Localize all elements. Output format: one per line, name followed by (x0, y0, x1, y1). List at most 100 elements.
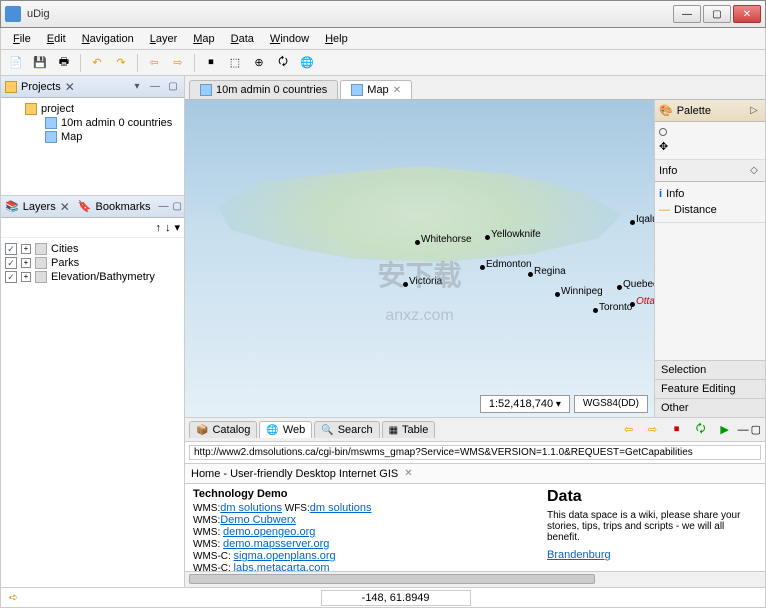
layers-max-icon[interactable]: ▢ (173, 200, 182, 214)
info-tool[interactable]: i Info (659, 186, 761, 202)
save-button[interactable]: 💾 (29, 53, 51, 73)
web-line: WMS-C: sigma.openplans.org (193, 550, 547, 562)
globe-button[interactable]: 🌐 (296, 53, 318, 73)
web-refresh-button[interactable]: 🗘 (690, 420, 712, 440)
minimize-button[interactable]: — (673, 5, 701, 23)
maximize-button[interactable]: ▢ (703, 5, 731, 23)
distance-tool[interactable]: — Distance (659, 202, 761, 218)
tab-search[interactable]: 🔍 Search (314, 421, 379, 438)
breadcrumb-close-icon[interactable]: ✕ (404, 468, 412, 479)
palette-tab-feature-editing[interactable]: Feature Editing (655, 379, 765, 398)
menu-navigation[interactable]: Navigation (74, 31, 142, 47)
layers-close-icon[interactable]: ✕ (60, 200, 70, 214)
main-toolbar: 📄 💾 🖶 ↶ ↷ ⇦ ⇨ ⏹ ⬚ ⊕ 🗘 🌐 (0, 50, 766, 76)
project-root[interactable]: project (5, 102, 180, 116)
tab-close-icon[interactable]: ✕ (393, 85, 401, 96)
web-go-button[interactable]: ▶ (714, 420, 736, 440)
tab-label: 10m admin 0 countries (216, 84, 327, 96)
palette-panel: 🎨 Palette ▷ ✥ Info ◇ i Info (655, 100, 765, 417)
layer-row[interactable]: ✓ + Parks (5, 256, 180, 270)
bottom-min-icon[interactable]: — (738, 424, 749, 436)
tab-table[interactable]: ▦ Table (382, 421, 436, 438)
horizontal-scrollbar[interactable] (185, 571, 765, 587)
expand-icon[interactable]: + (21, 258, 31, 268)
projects-close-icon[interactable]: ✕ (65, 80, 75, 94)
layer-row[interactable]: ✓ + Elevation/Bathymetry (5, 270, 180, 284)
projects-menu-icon[interactable]: ▾ (130, 80, 144, 94)
project-item[interactable]: Map (5, 130, 180, 144)
map-canvas[interactable]: WhitehorseYellowknifeIqaluitVictoriaEdmo… (185, 100, 655, 417)
layers-menu-icon[interactable]: — (159, 200, 169, 214)
web-stop-button[interactable]: ⏹ (666, 420, 688, 440)
editor-tab-active[interactable]: Map ✕ (340, 80, 412, 99)
print-button[interactable]: 🖶 (53, 53, 75, 73)
web-link[interactable]: sigma.openplans.org (234, 550, 336, 562)
search-icon[interactable] (659, 128, 667, 136)
menu-window[interactable]: Window (262, 31, 317, 47)
palette-tab-selection[interactable]: Selection (655, 360, 765, 379)
redo-button[interactable]: ↷ (110, 53, 132, 73)
bookmarks-title[interactable]: Bookmarks (96, 201, 151, 213)
tab-web[interactable]: 🌐 Web (259, 421, 312, 438)
web-line: WMS: demo.opengeo.org (193, 526, 547, 538)
layer-down-icon[interactable]: ↓ (165, 222, 171, 234)
web-link[interactable]: dm solutions (220, 502, 282, 514)
palette-tab-other[interactable]: Other (655, 398, 765, 417)
distance-icon: — (659, 204, 670, 216)
layer-up-icon[interactable]: ↑ (155, 222, 161, 234)
tool-button-1[interactable]: ⬚ (224, 53, 246, 73)
bottom-max-icon[interactable]: ▢ (751, 423, 761, 436)
menu-data[interactable]: Data (223, 31, 262, 47)
menu-edit[interactable]: Edit (39, 31, 74, 47)
map-crs[interactable]: WGS84(DD) (574, 395, 648, 413)
web-link[interactable]: demo.mapsserver.org (223, 538, 329, 550)
tool-button-2[interactable]: ⊕ (248, 53, 270, 73)
new-button[interactable]: 📄 (5, 53, 27, 73)
menu-help[interactable]: Help (317, 31, 356, 47)
url-input[interactable] (189, 445, 761, 460)
web-back-button[interactable]: ⇦ (618, 420, 640, 440)
close-button[interactable]: ✕ (733, 5, 761, 23)
menu-map[interactable]: Map (185, 31, 222, 47)
web-link[interactable]: dm solutions (310, 502, 372, 514)
status-arrow-icon[interactable]: ➪ (1, 591, 26, 604)
menu-file[interactable]: File (5, 31, 39, 47)
data-link[interactable]: Brandenburg (547, 549, 611, 561)
expand-icon[interactable]: + (21, 272, 31, 282)
web-forward-button[interactable]: ⇨ (642, 420, 664, 440)
scroll-thumb[interactable] (189, 574, 595, 584)
tab-catalog[interactable]: 📦 Catalog (189, 421, 257, 438)
project-item[interactable]: 10m admin 0 countries (5, 116, 180, 130)
minimize-panel-icon[interactable]: — (148, 80, 162, 94)
web-link[interactable]: demo.opengeo.org (223, 526, 315, 538)
menu-layer[interactable]: Layer (142, 31, 186, 47)
expand-icon[interactable]: + (21, 244, 31, 254)
nav-back-button[interactable]: ⇦ (143, 53, 165, 73)
layer-checkbox[interactable]: ✓ (5, 257, 17, 269)
layer-menu-icon[interactable]: ▾ (174, 221, 180, 234)
map-scale[interactable]: 1:52,418,740 ▾ (480, 395, 570, 413)
web-line: WMS:Demo Cubwerx (193, 514, 547, 526)
nav-forward-button[interactable]: ⇨ (167, 53, 189, 73)
window-title: uDig (27, 8, 673, 20)
window-titlebar: uDig — ▢ ✕ (0, 0, 766, 28)
breadcrumb-text[interactable]: Home - User-friendly Desktop Internet GI… (191, 468, 398, 480)
city-dot (528, 272, 533, 277)
projects-icon (5, 81, 17, 93)
layer-row[interactable]: ✓ + Cities (5, 242, 180, 256)
layer-label: Parks (51, 257, 79, 269)
palette-arrow-icon[interactable]: ▷ (747, 104, 761, 118)
maximize-panel-icon[interactable]: ▢ (166, 80, 180, 94)
editor-tab[interactable]: 10m admin 0 countries (189, 80, 338, 99)
layer-checkbox[interactable]: ✓ (5, 271, 17, 283)
web-link[interactable]: labs.metacarta.com (234, 562, 330, 571)
refresh-button[interactable]: 🗘 (272, 53, 294, 73)
pan-icon[interactable]: ✥ (659, 140, 668, 153)
layers-panel-header: 📚 Layers ✕ 🔖 Bookmarks — ▢ (1, 196, 184, 218)
stop-button[interactable]: ⏹ (200, 53, 222, 73)
info-collapse-icon[interactable]: ◇ (747, 164, 761, 178)
web-link[interactable]: Demo Cubwerx (220, 514, 296, 526)
undo-button[interactable]: ↶ (86, 53, 108, 73)
layer-checkbox[interactable]: ✓ (5, 243, 17, 255)
city-dot (617, 285, 622, 290)
